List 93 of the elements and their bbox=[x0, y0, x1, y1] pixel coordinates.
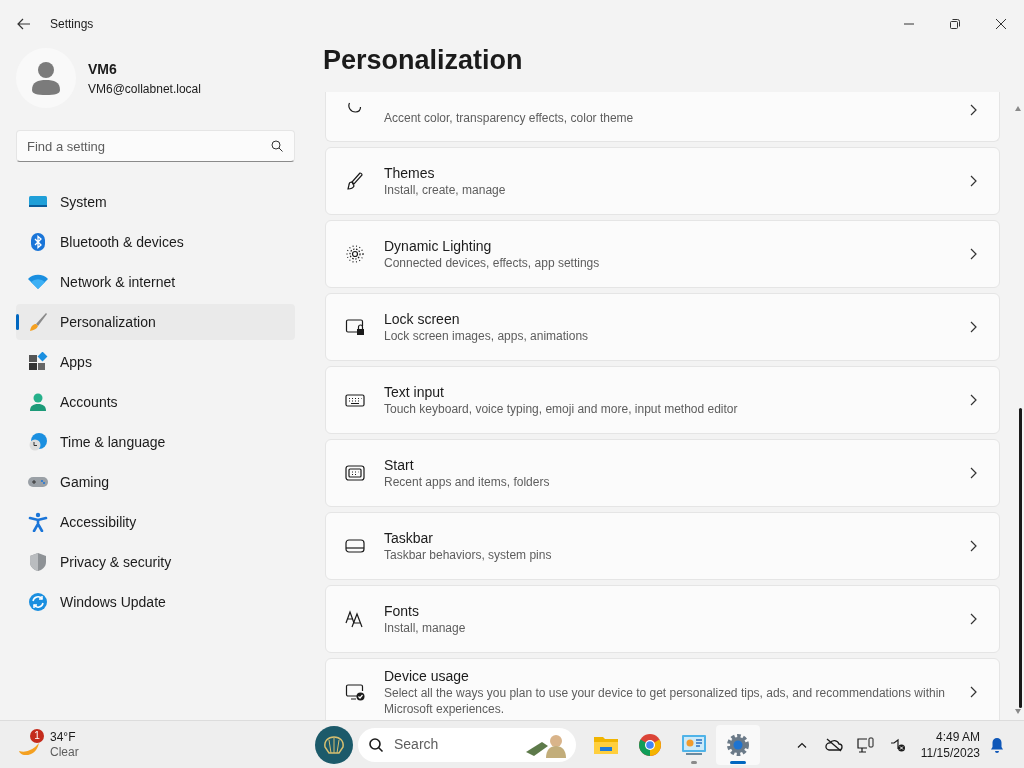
person-silhouette-icon bbox=[31, 60, 61, 96]
settings-card[interactable]: Fonts Install, manage bbox=[325, 585, 1000, 653]
window-title: Settings bbox=[50, 16, 94, 33]
nav-item[interactable]: Privacy & security bbox=[16, 544, 295, 580]
nav-item[interactable]: Accessibility bbox=[16, 504, 295, 540]
moon-icon bbox=[18, 741, 40, 756]
nav-item[interactable]: Accounts bbox=[16, 384, 295, 420]
card-title: Taskbar bbox=[384, 529, 435, 547]
search-icon bbox=[368, 736, 384, 753]
nav-item[interactable]: Gaming bbox=[16, 464, 295, 500]
search-icon bbox=[271, 140, 283, 152]
settings-card[interactable]: Themes Install, create, manage bbox=[325, 147, 1000, 215]
chevron-right-icon bbox=[969, 467, 977, 479]
chevron-right-icon bbox=[969, 248, 977, 260]
card-description: Install, create, manage bbox=[384, 182, 507, 198]
chevron-right-icon bbox=[969, 613, 977, 625]
accessibility-figure-icon bbox=[28, 512, 48, 532]
shield-icon bbox=[28, 552, 48, 572]
user-name: VM6 bbox=[88, 59, 118, 79]
lock-screen-icon bbox=[344, 317, 366, 337]
taskbar-icon bbox=[344, 536, 366, 556]
settings-card[interactable]: Accent color, transparency effects, color theme bbox=[325, 92, 1000, 142]
wifi-icon bbox=[27, 272, 49, 292]
user-email: VM6@collabnet.local bbox=[88, 80, 201, 98]
cloud-off-icon bbox=[824, 737, 843, 752]
page-title: Personalization bbox=[323, 44, 524, 77]
card-description: Connected devices, effects, app settings bbox=[384, 255, 601, 271]
weather-condition: Clear bbox=[50, 744, 79, 760]
apps-grid-icon bbox=[28, 352, 48, 372]
control-panel-icon bbox=[681, 733, 707, 756]
card-description: Install, manage bbox=[384, 620, 467, 636]
back-arrow-icon bbox=[17, 18, 31, 30]
network-icon bbox=[856, 736, 875, 753]
card-title: Themes bbox=[384, 164, 436, 182]
settings-card[interactable]: Start Recent apps and items, folders bbox=[325, 439, 1000, 507]
settings-card[interactable]: Dynamic Lighting Connected devices, effects, app settings bbox=[325, 220, 1000, 288]
gear-icon bbox=[726, 732, 750, 757]
paintbrush-icon bbox=[28, 312, 48, 332]
card-title: Text input bbox=[384, 383, 445, 401]
copilot-button[interactable] bbox=[315, 725, 353, 764]
sync-arrows-icon bbox=[28, 592, 48, 612]
paintbrush-icon bbox=[344, 171, 366, 191]
nav-item[interactable]: Network & internet bbox=[16, 264, 295, 300]
settings-card[interactable]: Device usage Select all the ways you plan to use your device to get personalized tips, ads, and recommendations within Microsoft experiences. bbox=[325, 658, 1000, 720]
chevron-up-icon bbox=[796, 741, 807, 748]
shell-icon bbox=[323, 734, 345, 755]
card-title: Start bbox=[384, 456, 415, 474]
selection-indicator bbox=[16, 314, 19, 330]
nav-item[interactable]: Bluetooth & devices bbox=[16, 224, 295, 260]
nav-item[interactable]: Time & language bbox=[16, 424, 295, 460]
chevron-right-icon bbox=[969, 540, 977, 552]
minimize-icon bbox=[904, 23, 914, 25]
light-burst-icon bbox=[344, 244, 366, 264]
nav-item[interactable]: System bbox=[16, 184, 295, 220]
clock-button[interactable]: 4:49 AM 11/15/2023 bbox=[920, 728, 980, 761]
card-title: Device usage bbox=[384, 667, 470, 685]
card-description: Touch keyboard, voice typing, emoji and more, input method editor bbox=[384, 401, 739, 417]
chevron-right-icon bbox=[969, 321, 977, 333]
card-description: Lock screen images, apps, animations bbox=[384, 328, 590, 344]
card-title: Dynamic Lighting bbox=[384, 237, 493, 255]
running-indicator bbox=[730, 760, 746, 764]
restore-icon bbox=[950, 19, 960, 29]
bell-icon bbox=[990, 736, 1004, 753]
chevron-right-icon bbox=[969, 175, 977, 187]
notification-badge: 1 bbox=[30, 728, 44, 743]
person-icon bbox=[28, 392, 48, 412]
taskbar-app-button[interactable] bbox=[716, 724, 760, 765]
close-icon bbox=[996, 19, 1006, 29]
card-title: Lock screen bbox=[384, 310, 461, 328]
settings-card[interactable]: Lock screen Lock screen images, apps, animations bbox=[325, 293, 1000, 361]
bluetooth-icon bbox=[28, 232, 48, 252]
card-description: Select all the ways you plan to use your device to get personalized tips, ads, and recommendations within Microsoft experiences. bbox=[384, 685, 946, 717]
settings-card[interactable]: Taskbar Taskbar behaviors, system pins bbox=[325, 512, 1000, 580]
nav-item[interactable]: Personalization bbox=[16, 304, 295, 340]
chevron-right-icon bbox=[969, 686, 977, 698]
chevron-right-icon bbox=[969, 104, 977, 116]
settings-card[interactable]: Text input Touch keyboard, voice typing, emoji and more, input method editor bbox=[325, 366, 1000, 434]
card-title: Fonts bbox=[384, 602, 420, 620]
nav-item[interactable]: Windows Update bbox=[16, 584, 295, 620]
card-description: Recent apps and items, folders bbox=[384, 474, 551, 490]
nav-item[interactable]: Apps bbox=[16, 344, 295, 380]
card-description: Taskbar behaviors, system pins bbox=[384, 547, 553, 563]
start-menu-icon bbox=[344, 463, 366, 483]
device-check-icon bbox=[344, 682, 366, 702]
temperature: 34°F bbox=[50, 729, 77, 745]
globe-clock-icon bbox=[28, 432, 48, 452]
card-description: Accent color, transparency effects, color theme bbox=[384, 110, 635, 126]
search-placeholder: Search bbox=[394, 735, 440, 754]
taskbar-search-field[interactable]: Search bbox=[358, 727, 576, 762]
running-indicator bbox=[691, 760, 697, 764]
chevron-right-icon bbox=[969, 394, 977, 406]
browser-icon bbox=[638, 732, 662, 757]
settings-search-field[interactable]: Find a setting bbox=[16, 130, 295, 162]
